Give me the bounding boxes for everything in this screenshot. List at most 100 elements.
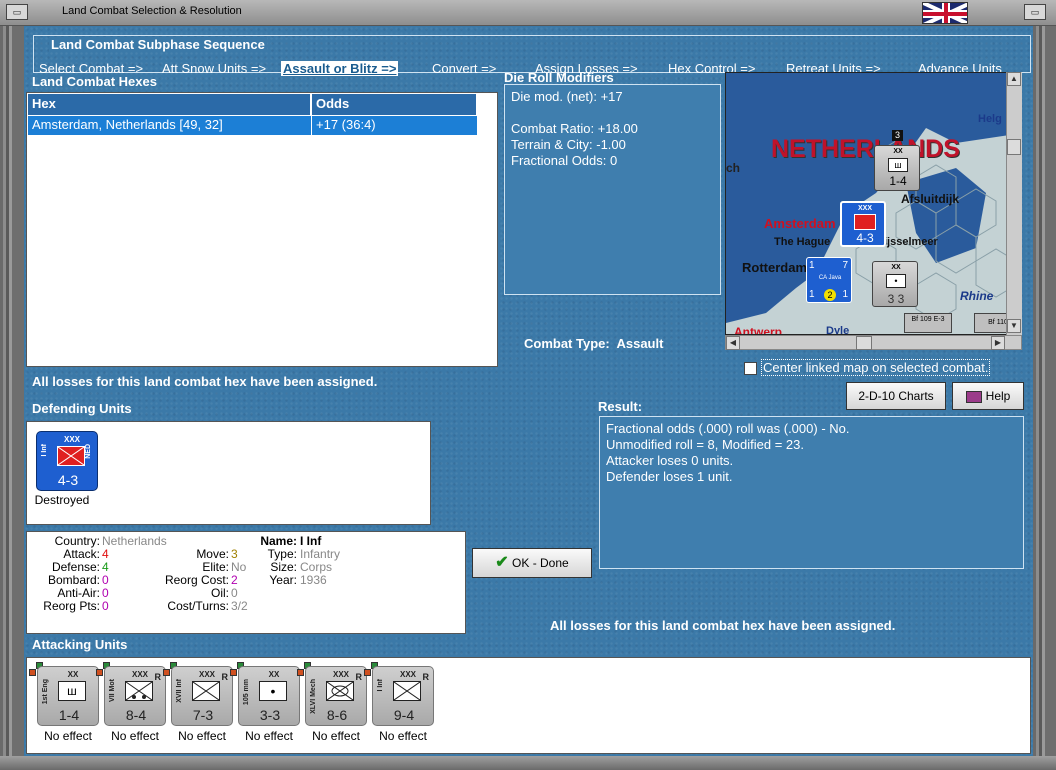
combat-type-label: Combat Type: <box>524 336 610 351</box>
scroll-thumb-horizontal[interactable] <box>856 336 872 350</box>
attacker-4-strength: 3-3 <box>259 707 281 723</box>
explosion-icon <box>854 214 876 230</box>
subphase-sequence: Land Combat Subphase Sequence Select Com… <box>33 35 1031 76</box>
infantry-icon <box>57 446 85 466</box>
help-button[interactable]: Help <box>952 382 1024 410</box>
map-counter-defender-size: XXX <box>857 205 872 212</box>
status-dot <box>230 669 237 676</box>
scroll-left-icon[interactable]: ◀ <box>726 336 740 350</box>
defender-strength: 4-3 <box>57 472 79 488</box>
motorized-infantry-icon <box>125 681 153 701</box>
center-map-label[interactable]: Center linked map on selected combat. <box>761 359 991 376</box>
attacker-3-size: XXX <box>198 670 215 679</box>
map-counter-navy[interactable]: CA Java 1 7 1 1 2 <box>806 257 852 303</box>
attacker-counter-1[interactable]: XX 1st Eng ш 1-4 <box>37 666 99 726</box>
odds-column-header[interactable]: Odds <box>312 94 477 115</box>
die-mod-net: Die mod. (net): +17 <box>511 89 623 104</box>
map-place-helg: Helg <box>978 113 1002 125</box>
map-counter-engineer-strength: 1-4 <box>889 174 907 188</box>
combat-type-value: Assault <box>616 336 664 351</box>
uk-flag-icon[interactable] <box>922 2 968 24</box>
status-dot <box>29 669 36 676</box>
seq-assault-or-blitz[interactable]: Assault or Blitz => <box>281 61 399 76</box>
attacker-counter-6[interactable]: XXX I Inf R 9-4 <box>372 666 434 726</box>
map-counter-artillery[interactable]: XX • 3 3 <box>872 261 918 307</box>
map-counter-defender-strength: 4-3 <box>856 231 874 245</box>
attacker-counter-3[interactable]: XXX XVII Inf R 7-3 <box>171 666 233 726</box>
map-place-ch: ch <box>726 161 741 175</box>
attackers-title: Attacking Units <box>32 637 128 652</box>
map-place-dyle: Dyle <box>826 325 850 335</box>
result-line: Unmodified roll = 8, Modified = 23. <box>606 437 804 452</box>
attacker-counter-4[interactable]: XX 105 mm • 3-3 <box>238 666 300 726</box>
attacker-1-name: 1st Eng <box>42 679 49 705</box>
defender-name: I Inf <box>41 444 48 457</box>
hex-column-header[interactable]: Hex <box>28 94 311 115</box>
result-line: Defender loses 1 unit. <box>606 469 733 484</box>
attacker-6-effect: No effect <box>379 729 427 743</box>
mechanized-icon <box>326 681 354 701</box>
infantry-icon <box>192 681 220 701</box>
scroll-right-icon[interactable]: ▶ <box>991 336 1005 350</box>
status-dot <box>96 669 103 676</box>
modifiers-title: Die Roll Modifiers <box>504 70 614 85</box>
country-value: Netherlands <box>102 534 167 548</box>
seq-att-snow-units[interactable]: Att Snow Units => <box>162 61 266 76</box>
map-counter-artillery-strength: 3 3 <box>887 292 905 306</box>
ok-done-label: OK - Done <box>512 556 569 570</box>
scroll-thumb-vertical[interactable] <box>1007 139 1021 155</box>
reorgpts-value: 0 <box>102 599 109 613</box>
artillery-icon: • <box>259 681 287 701</box>
map-horizontal-scrollbar[interactable]: ◀ ▶ <box>725 335 1022 350</box>
map-counter-aircraft-1-label: Bf 109 E-3 <box>911 316 945 323</box>
system-menu-button[interactable]: ▭ <box>6 4 28 20</box>
attacker-3-strength: 7-3 <box>192 707 214 723</box>
map-place-afsluitdijk: Afsluitdijk <box>901 192 960 206</box>
ok-done-button[interactable]: ✔ OK - Done <box>472 548 592 578</box>
hex-cell[interactable]: Amsterdam, Netherlands [49, 32] <box>28 116 311 135</box>
attacker-5-strength: 8-6 <box>326 707 348 723</box>
defenders-title: Defending Units <box>32 401 132 416</box>
attacker-5-effect: No effect <box>312 729 360 743</box>
losses-assigned-status: All losses for this land combat hex have… <box>32 374 378 389</box>
map-counter-artillery-size: XX <box>891 264 901 271</box>
map-counter-aircraft-2-label: Bf 110 <box>988 319 1008 326</box>
bottom-frame <box>0 756 1056 770</box>
attacker-counter-5[interactable]: XXX XLVI Mech R 8-6 <box>305 666 367 726</box>
losses-assigned-status-2: All losses for this land combat hex have… <box>550 618 896 633</box>
map-counter-engineer-size: XX <box>893 148 903 155</box>
sequence-title: Land Combat Subphase Sequence <box>49 37 267 52</box>
close-button[interactable]: ▭ <box>1024 4 1046 20</box>
modifiers-box: Die mod. (net): +17 Combat Ratio: +18.00… <box>504 84 721 295</box>
map-vertical-scrollbar[interactable]: ▲ ▼ <box>1006 72 1022 335</box>
attacker-1-size: XX <box>67 670 79 679</box>
map-city-antwerp: Antwerp <box>734 325 782 335</box>
attacker-3-effect: No effect <box>178 729 226 743</box>
attacker-4-size: XX <box>268 670 280 679</box>
attacker-1-effect: No effect <box>44 729 92 743</box>
right-frame <box>1033 26 1056 756</box>
scroll-up-icon[interactable]: ▲ <box>1007 72 1021 86</box>
scroll-down-icon[interactable]: ▼ <box>1007 319 1021 333</box>
attacker-6-name: I Inf <box>377 679 384 692</box>
map-counter-engineer[interactable]: XX ш 1-4 <box>874 145 920 191</box>
attacker-3-name: XVII Inf <box>176 679 183 703</box>
map-counter-defender[interactable]: XXX 4-3 <box>840 201 886 247</box>
odds-cell[interactable]: +17 (36:4) <box>312 116 477 135</box>
center-map-checkbox[interactable] <box>744 362 757 375</box>
unit-info-panel: Country: Netherlands Attack: 4 Defense: … <box>26 531 466 634</box>
terrain-city: Terrain & City: -1.00 <box>511 137 626 152</box>
map-stack-number: 3 <box>892 130 903 141</box>
combat-ratio: Combat Ratio: +18.00 <box>511 121 638 136</box>
defender-counter[interactable]: XXX I Inf NED 4-3 <box>36 431 98 491</box>
seq-convert[interactable]: Convert => <box>432 61 496 76</box>
attacker-counter-2[interactable]: XXX VII Mot R 8-4 <box>104 666 166 726</box>
artillery-icon: • <box>886 274 906 288</box>
attacker-2-reserve: R <box>154 672 162 682</box>
charts-button[interactable]: 2-D-10 Charts <box>846 382 946 410</box>
map-counter-aircraft-1[interactable]: Bf 109 E-3 <box>904 313 952 333</box>
help-book-icon <box>965 390 982 403</box>
status-dot <box>297 669 304 676</box>
linked-map[interactable]: NETHERLANDS Helg ch Afsluitdijk Amsterda… <box>725 72 1022 335</box>
attacker-4-name: 105 mm <box>243 679 250 706</box>
